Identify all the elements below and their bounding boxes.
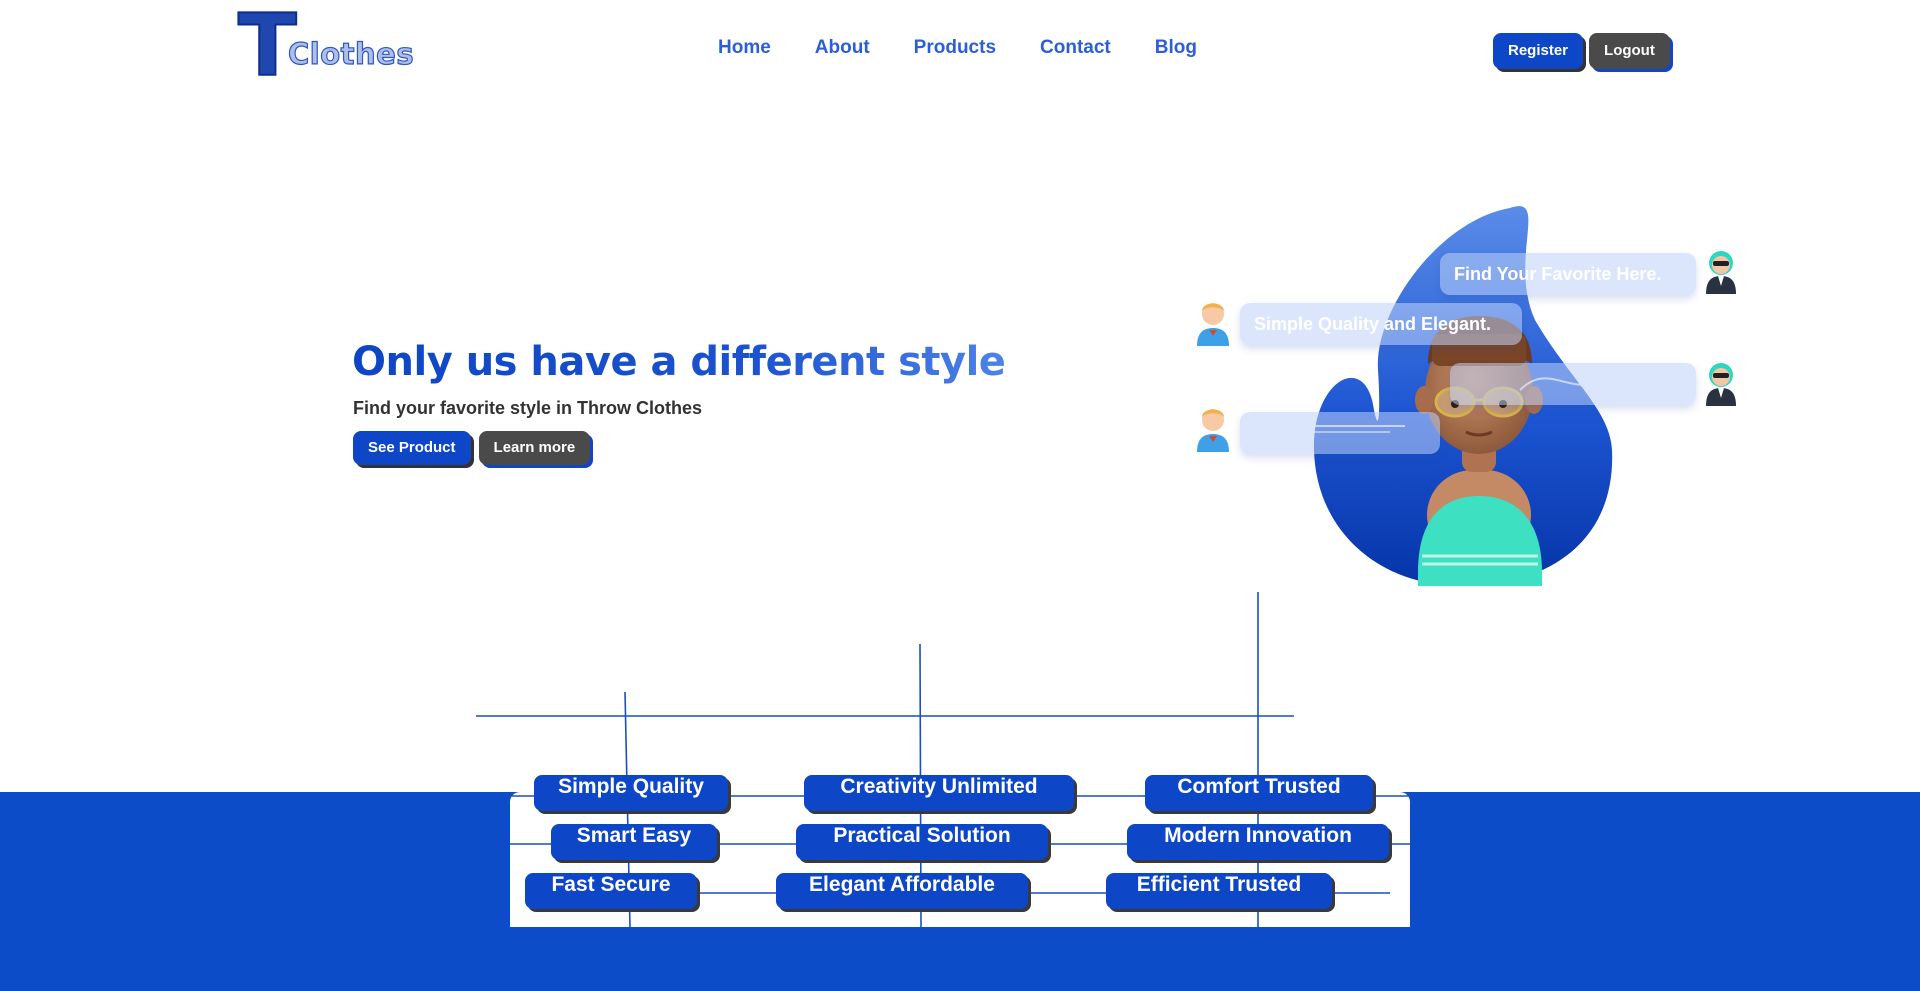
- nav-blog[interactable]: Blog: [1155, 37, 1197, 59]
- woman-avatar-icon-2: [1706, 363, 1736, 406]
- tag-efficient-trusted: Efficient Trusted: [1106, 873, 1332, 909]
- chat-bubble-favorite-text: Find Your Favorite Here.: [1454, 264, 1662, 284]
- learn-more-button[interactable]: Learn more: [478, 431, 591, 465]
- nav-home[interactable]: Home: [718, 37, 771, 59]
- tag-comfort-trusted: Comfort Trusted: [1145, 775, 1373, 811]
- main-nav: Home About Products Contact Blog: [718, 37, 1241, 59]
- hero-subtitle: Find your favorite style in Throw Clothe…: [353, 398, 703, 418]
- see-product-button[interactable]: See Product: [353, 431, 471, 465]
- chat-bubble-quality: Simple Quality and Elegant.: [1240, 303, 1522, 345]
- man-avatar-icon: [1197, 303, 1229, 346]
- logout-button[interactable]: Logout: [1589, 33, 1670, 69]
- hero-title: Only us have a different style: [352, 338, 1072, 386]
- tag-fast-secure: Fast Secure: [525, 873, 697, 909]
- logo-text: Clothes: [287, 36, 415, 71]
- tag-simple-quality: Simple Quality: [534, 775, 728, 811]
- nav-about[interactable]: About: [815, 37, 870, 59]
- chat-bubble-favorite: Find Your Favorite Here.: [1440, 253, 1696, 295]
- chat-bubble-quality-text: Simple Quality and Elegant.: [1254, 314, 1492, 334]
- tag-elegant-affordable: Elegant Affordable: [776, 873, 1028, 909]
- woman-avatar-icon: [1706, 251, 1736, 294]
- tag-practical-solution: Practical Solution: [796, 824, 1048, 860]
- chat-bubble-empty-1: [1450, 363, 1696, 405]
- hero-illustration: Find Your Favorite Here. Simple Quality …: [1190, 200, 1750, 600]
- chat-bubble-empty-2: [1240, 412, 1440, 454]
- register-button[interactable]: Register: [1493, 33, 1584, 69]
- hero-buttons: See Product Learn more: [353, 431, 591, 465]
- auth-buttons: Register Logout: [1493, 33, 1670, 69]
- tag-creativity-unlimited: Creativity Unlimited: [804, 775, 1074, 811]
- brand-logo[interactable]: T Clothes: [237, 2, 415, 90]
- nav-products[interactable]: Products: [914, 37, 996, 59]
- tag-modern-innovation: Modern Innovation: [1127, 824, 1389, 860]
- tag-smart-easy: Smart Easy: [551, 824, 717, 860]
- nav-contact[interactable]: Contact: [1040, 37, 1111, 59]
- man-avatar-icon-2: [1197, 409, 1229, 452]
